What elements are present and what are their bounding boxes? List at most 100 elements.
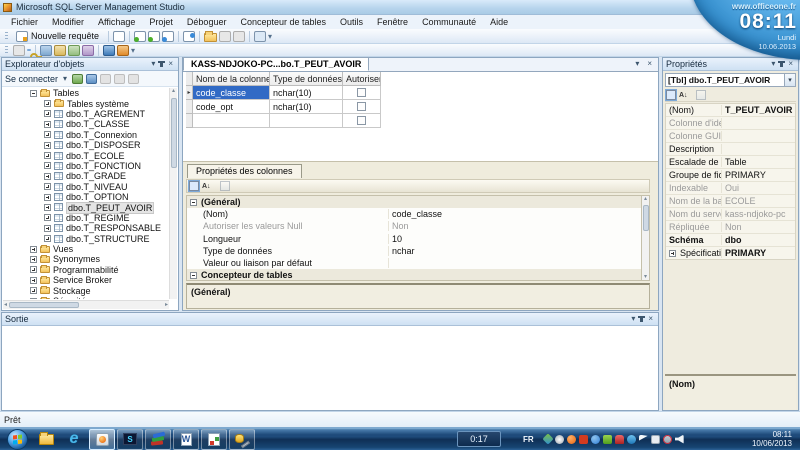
action-center-flag-icon[interactable] (638, 434, 648, 444)
column-header-name[interactable]: Nom de la colonne (193, 72, 270, 86)
expand-icon[interactable] (44, 152, 51, 160)
menu-concepteur-tables[interactable]: Concepteur de tables (233, 16, 333, 28)
expand-icon[interactable] (30, 276, 37, 284)
property-row[interactable]: Répliquée Non (666, 221, 795, 234)
toolbar-overflow-icon[interactable]: ▾ (268, 32, 272, 41)
property-value[interactable]: code_classe (389, 209, 642, 219)
property-row[interactable]: Autoriser les valeurs Null Non (187, 220, 642, 232)
tray-icon[interactable] (650, 434, 660, 444)
analysis-query-icon[interactable] (183, 30, 196, 42)
open-project-icon[interactable] (148, 30, 161, 42)
property-value[interactable]: nchar (389, 246, 642, 256)
categorized-icon[interactable] (188, 180, 200, 192)
pin-icon[interactable] (158, 61, 166, 67)
property-value[interactable]: Table (722, 157, 795, 167)
tree-node-t-niveau[interactable]: dbo.T_NIVEAU (3, 182, 169, 192)
volume-icon[interactable] (674, 434, 684, 444)
allow-nulls-checkbox[interactable] (357, 116, 366, 125)
cell-column-name[interactable]: code_classe (193, 86, 270, 100)
property-pages-icon[interactable] (695, 90, 706, 100)
row-selector[interactable]: ▸ (186, 86, 193, 100)
primary-key-button[interactable] (27, 49, 31, 51)
expand-icon[interactable] (30, 287, 37, 295)
collapse-icon[interactable] (30, 89, 37, 97)
expand-icon[interactable] (44, 214, 51, 222)
expand-icon[interactable] (44, 172, 51, 180)
tree-node-t-responsable[interactable]: dbo.T_RESPONSABLE (3, 223, 169, 233)
tree-horizontal-scrollbar[interactable]: ◂ ▸ (3, 300, 169, 309)
tree-node-t-ecole[interactable]: dbo.T_ECOLE (3, 150, 169, 161)
tab-list-dropdown-icon[interactable]: ▾ (633, 59, 641, 69)
expand-icon[interactable] (44, 224, 51, 232)
tree-node-t-connexion[interactable]: dbo.T_Connexion (3, 130, 169, 140)
close-document-icon[interactable]: × (645, 59, 654, 69)
connect-button[interactable]: Se connecter (5, 74, 58, 84)
dictionary-taskbar-icon[interactable] (145, 428, 171, 450)
tree-node-t-regime[interactable]: dbo.T_REGIME (3, 213, 169, 223)
tray-icon[interactable] (554, 434, 564, 444)
tree-node-programmabilite[interactable]: Programmabilité (3, 265, 169, 275)
xml-indexes-icon[interactable] (82, 44, 94, 56)
new-document-icon[interactable] (113, 30, 126, 42)
tree-node-t-fonction[interactable]: dbo.T_FONCTION (3, 161, 169, 171)
open-file-icon[interactable] (204, 30, 218, 42)
expand-icon[interactable] (30, 255, 37, 263)
expand-icon[interactable] (44, 131, 51, 139)
tray-icon[interactable] (590, 434, 600, 444)
alphabetical-icon[interactable]: A↓ (679, 92, 688, 99)
row-selector[interactable] (186, 114, 193, 128)
tree-node-tables-systeme[interactable]: Tables système (3, 98, 169, 109)
connect-dropdown-icon[interactable]: ▾ (61, 74, 69, 84)
property-pages-icon[interactable] (219, 181, 230, 191)
toolbar-grip[interactable] (5, 31, 8, 41)
tray-icon[interactable] (578, 434, 588, 444)
column-properties-scrollbar[interactable]: ▴ ▾ (641, 195, 650, 281)
cell-column-name[interactable] (193, 114, 270, 128)
expand-icon[interactable] (44, 141, 51, 149)
tree-node-securite[interactable]: Sécurité (3, 296, 169, 299)
disconnect-icon[interactable] (86, 73, 98, 84)
property-value[interactable]: 10 (389, 234, 642, 244)
object-selector-combo[interactable]: [Tbl] dbo.T_PEUT_AVOIR ▾ (665, 73, 796, 87)
menu-modifier[interactable]: Modifier (45, 16, 91, 28)
open-database-icon[interactable] (134, 30, 147, 42)
mute-icon[interactable] (662, 434, 672, 444)
internet-explorer-icon[interactable]: e (61, 429, 87, 450)
start-button[interactable] (7, 428, 28, 450)
property-value[interactable]: dbo (722, 235, 795, 245)
property-row[interactable]: Nom du serveurkass-ndjoko-pc (666, 208, 795, 221)
stop-icon[interactable] (100, 73, 112, 84)
check-constraints-icon[interactable] (103, 44, 115, 56)
scrollbar-thumb[interactable] (171, 98, 177, 168)
menu-fenetre[interactable]: Fenêtre (370, 16, 415, 28)
menu-aide[interactable]: Aide (483, 16, 515, 28)
property-row[interactable]: Description (666, 143, 795, 156)
property-row[interactable]: Spécification d'esPRIMARY (666, 247, 795, 259)
property-row[interactable]: Groupe de fichierPRIMARY (666, 169, 795, 182)
tree-node-t-structure[interactable]: dbo.T_STRUCTURE (3, 233, 169, 244)
scroll-down-icon[interactable]: ▾ (642, 274, 649, 280)
generate-script-icon[interactable] (13, 44, 25, 56)
pin-icon[interactable] (638, 316, 646, 322)
scroll-left-icon[interactable]: ◂ (4, 302, 7, 308)
publisher-taskbar-icon[interactable] (201, 428, 227, 450)
cell-data-type[interactable]: nchar(10) (270, 100, 343, 114)
property-row[interactable]: Type de données nchar (187, 245, 642, 257)
column-header-type[interactable]: Type de données (270, 72, 343, 86)
expand-icon[interactable] (44, 120, 51, 128)
close-icon[interactable]: × (786, 59, 795, 69)
fulltext-index-icon[interactable] (68, 44, 80, 56)
tree-node-t-disposer[interactable]: dbo.T_DISPOSER (3, 140, 169, 150)
expand-icon[interactable] (44, 193, 51, 201)
open-solution-icon[interactable] (162, 30, 175, 42)
expand-icon[interactable] (44, 235, 51, 243)
scrollbar-thumb[interactable] (9, 302, 80, 308)
filter-icon[interactable] (114, 73, 126, 84)
close-icon[interactable]: × (646, 314, 655, 324)
cell-column-name[interactable]: code_opt (193, 100, 270, 114)
property-value[interactable]: PRIMARY (722, 170, 795, 180)
menu-deboguer[interactable]: Déboguer (180, 16, 234, 28)
property-row[interactable]: Schéma dbo (666, 234, 795, 247)
relationships-icon[interactable] (40, 44, 52, 56)
menu-fichier[interactable]: Fichier (4, 16, 45, 28)
